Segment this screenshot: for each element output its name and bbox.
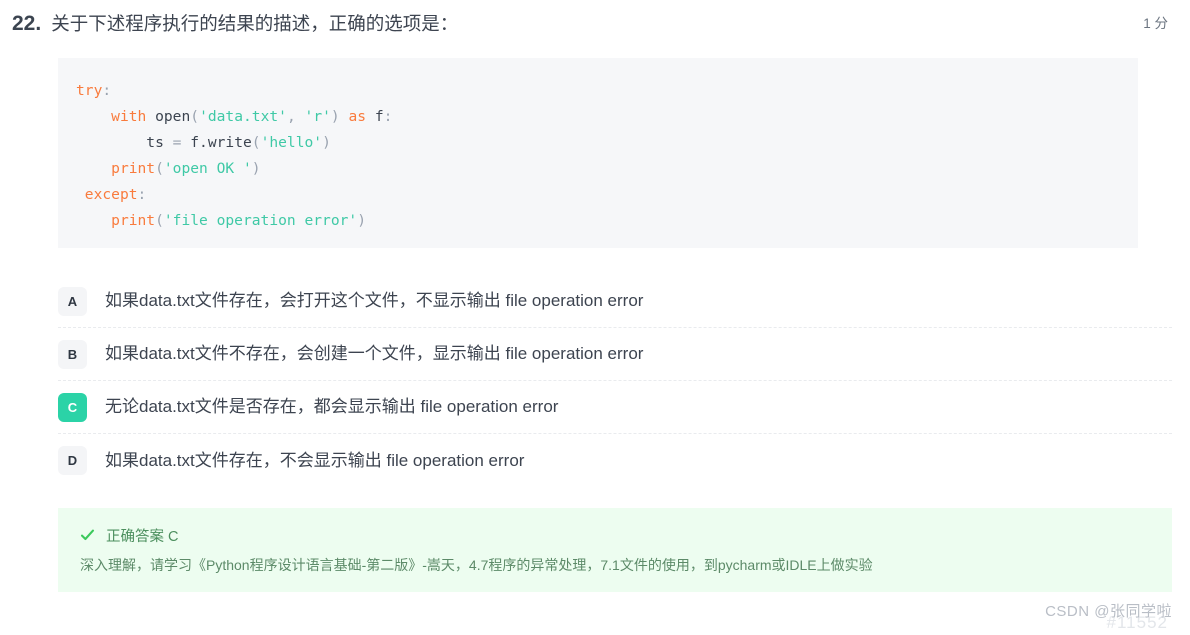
code-token: open [155, 108, 191, 125]
watermark-text: CSDN @张同学啦 [1045, 603, 1172, 620]
answer-explanation: 深入理解，请学习《Python程序设计语言基础-第二版》-嵩天，4.7程序的异常… [80, 557, 873, 573]
code-token: , [286, 108, 296, 125]
option-text-d: 如果data.txt文件存在，不会显示输出 file operation err… [105, 450, 525, 470]
code-line: print('open OK ') [76, 156, 1138, 182]
option-row-b[interactable]: B 如果data.txt文件不存在，会创建一个文件，显示输出 file opera… [58, 328, 1172, 381]
code-block: try: with open('data.txt', 'r') as f: ts… [58, 58, 1138, 248]
code-token: ) [251, 160, 261, 177]
code-line: with open('data.txt', 'r') as f: [76, 104, 1138, 130]
code-token: ( [190, 108, 200, 125]
code-token: : [383, 108, 393, 125]
code-token: ts [146, 134, 164, 151]
code-line: try: [76, 78, 1138, 104]
code-line: print('file operation error') [76, 208, 1138, 234]
code-token: f [374, 108, 384, 125]
question-header: 22. 关于下述程序执行的结果的描述，正确的选项是： [0, 0, 1190, 48]
code-token: except [84, 186, 138, 203]
check-icon [80, 528, 95, 543]
option-text-c: 无论data.txt文件是否存在，都会显示输出 file operation e… [105, 397, 559, 417]
option-text-a: 如果data.txt文件存在，会打开这个文件，不显示输出 file operat… [105, 291, 644, 311]
option-row-a[interactable]: A 如果data.txt文件存在，会打开这个文件，不显示输出 file opera… [58, 275, 1172, 328]
answer-label: 正确答案 C [106, 529, 179, 545]
answer-panel: 正确答案 C 深入理解，请学习《Python程序设计语言基础-第二版》-嵩天，4… [58, 508, 1172, 592]
options-list: A 如果data.txt文件存在，会打开这个文件，不显示输出 file opera… [58, 275, 1172, 487]
code-token: : [102, 82, 112, 99]
option-row-c[interactable]: C 无论data.txt文件是否存在，都会显示输出 file operation … [58, 381, 1172, 434]
code-token: try [76, 82, 103, 99]
code-line: except: [76, 182, 1138, 208]
option-badge-d[interactable]: D [58, 446, 87, 475]
option-badge-b[interactable]: B [58, 339, 87, 369]
code-token: print [111, 212, 156, 229]
code-token: with [111, 108, 147, 125]
question-text: 关于下述程序执行的结果的描述，正确的选项是： [51, 13, 459, 35]
code-token: : [137, 186, 147, 203]
code-token: ) [322, 134, 331, 151]
code-token: ) [330, 108, 340, 125]
code-token: ( [251, 134, 261, 151]
code-token: 'open OK ' [163, 160, 252, 177]
code-token: as [348, 108, 367, 125]
code-token: 'file operation error' [163, 212, 358, 229]
code-token: print [111, 160, 156, 177]
code-token: 'r' [304, 108, 331, 125]
code-token: ) [357, 212, 366, 229]
question-number: 22. [12, 12, 42, 35]
option-text-b: 如果data.txt文件不存在，会创建一个文件，显示输出 file operat… [105, 344, 644, 364]
code-token: f.write [190, 134, 252, 151]
code-token: 'hello' [260, 134, 323, 151]
option-badge-c[interactable]: C [58, 392, 87, 422]
code-token: ( [155, 212, 164, 229]
option-row-d[interactable]: D 如果data.txt文件存在，不会显示输出 file operation er… [58, 434, 1172, 487]
question-score: 1 分 [1143, 16, 1168, 31]
code-line: ts = f.write('hello') [76, 130, 1138, 156]
code-token: 'data.txt' [199, 108, 287, 125]
answer-line: 正确答案 C [80, 525, 1172, 546]
option-badge-a[interactable]: A [58, 286, 87, 316]
code-token: ( [155, 160, 164, 177]
